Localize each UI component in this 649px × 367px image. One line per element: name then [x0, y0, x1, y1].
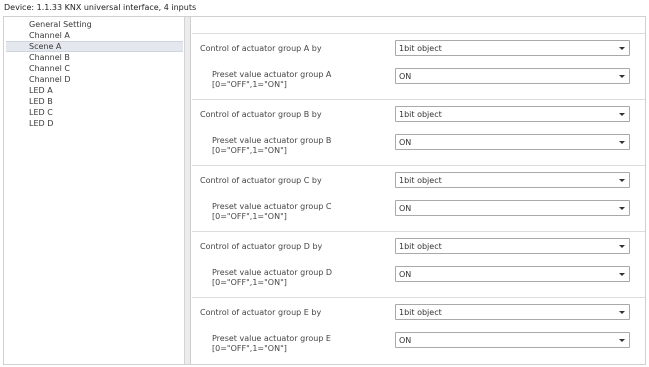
- preset-label: Preset value actuator group E: [212, 334, 331, 343]
- preset-label-range: [0="OFF",1="ON"]: [212, 344, 287, 353]
- sidebar-item-channel-b[interactable]: Channel B: [6, 52, 183, 63]
- parameter-tree-sidebar: General Setting Channel A Scene A Channe…: [4, 17, 185, 364]
- actuator-group-d: Control of actuator group D by 1bit obje…: [192, 231, 645, 293]
- preset-label: Preset value actuator group C: [212, 202, 332, 211]
- preset-select[interactable]: ON: [395, 332, 630, 348]
- select-value: 1bit object: [399, 176, 442, 185]
- chevron-down-icon: [619, 47, 625, 50]
- control-label: Control of actuator group C by: [200, 176, 322, 185]
- sidebar-item-general-setting[interactable]: General Setting: [6, 19, 183, 30]
- control-select[interactable]: 1bit object: [395, 40, 630, 56]
- chevron-down-icon: [619, 141, 625, 144]
- preset-label: Preset value actuator group A: [212, 70, 332, 79]
- chevron-down-icon: [619, 339, 625, 342]
- panel-splitter[interactable]: [185, 17, 191, 364]
- chevron-down-icon: [619, 179, 625, 182]
- select-value: 1bit object: [399, 110, 442, 119]
- control-label: Control of actuator group B by: [200, 110, 322, 119]
- chevron-down-icon: [619, 113, 625, 116]
- actuator-group-b: Control of actuator group B by 1bit obje…: [192, 99, 645, 161]
- control-label: Control of actuator group E by: [200, 308, 322, 317]
- preset-label-range: [0="OFF",1="ON"]: [212, 80, 287, 89]
- preset-select[interactable]: ON: [395, 266, 630, 282]
- parameter-window: General Setting Channel A Scene A Channe…: [3, 16, 646, 365]
- sidebar-item-channel-a[interactable]: Channel A: [6, 30, 183, 41]
- preset-select[interactable]: ON: [395, 200, 630, 216]
- control-label: Control of actuator group D by: [200, 242, 323, 251]
- select-value: 1bit object: [399, 242, 442, 251]
- actuator-group-e: Control of actuator group E by 1bit obje…: [192, 297, 645, 359]
- preset-label: Preset value actuator group B: [212, 136, 332, 145]
- chevron-down-icon: [619, 311, 625, 314]
- chevron-down-icon: [619, 245, 625, 248]
- control-select[interactable]: 1bit object: [395, 304, 630, 320]
- chevron-down-icon: [619, 273, 625, 276]
- control-select[interactable]: 1bit object: [395, 172, 630, 188]
- sidebar-item-led-a[interactable]: LED A: [6, 85, 183, 96]
- actuator-group-c: Control of actuator group C by 1bit obje…: [192, 165, 645, 227]
- control-label: Control of actuator group A by: [200, 44, 322, 53]
- chevron-down-icon: [619, 207, 625, 210]
- sidebar-item-led-c[interactable]: LED C: [6, 107, 183, 118]
- select-value: ON: [399, 72, 412, 81]
- preset-label-range: [0="OFF",1="ON"]: [212, 278, 287, 287]
- sidebar-item-led-b[interactable]: LED B: [6, 96, 183, 107]
- actuator-group-a: Control of actuator group A by 1bit obje…: [192, 33, 645, 95]
- sidebar-item-channel-c[interactable]: Channel C: [6, 63, 183, 74]
- select-value: ON: [399, 138, 412, 147]
- sidebar-item-led-d[interactable]: LED D: [6, 118, 183, 129]
- preset-select[interactable]: ON: [395, 134, 630, 150]
- chevron-down-icon: [619, 75, 625, 78]
- preset-label-range: [0="OFF",1="ON"]: [212, 212, 287, 221]
- select-value: ON: [399, 270, 412, 279]
- select-value: ON: [399, 204, 412, 213]
- select-value: 1bit object: [399, 44, 442, 53]
- control-select[interactable]: 1bit object: [395, 106, 630, 122]
- sidebar-item-scene-a[interactable]: Scene A: [6, 41, 183, 52]
- select-value: ON: [399, 336, 412, 345]
- preset-label: Preset value actuator group D: [212, 268, 333, 277]
- device-title: Device: 1.1.33 KNX universal interface, …: [4, 3, 197, 12]
- control-select[interactable]: 1bit object: [395, 238, 630, 254]
- preset-label-range: [0="OFF",1="ON"]: [212, 146, 287, 155]
- parameter-content: Control of actuator group A by 1bit obje…: [192, 17, 645, 364]
- preset-select[interactable]: ON: [395, 68, 630, 84]
- sidebar-item-channel-d[interactable]: Channel D: [6, 74, 183, 85]
- select-value: 1bit object: [399, 308, 442, 317]
